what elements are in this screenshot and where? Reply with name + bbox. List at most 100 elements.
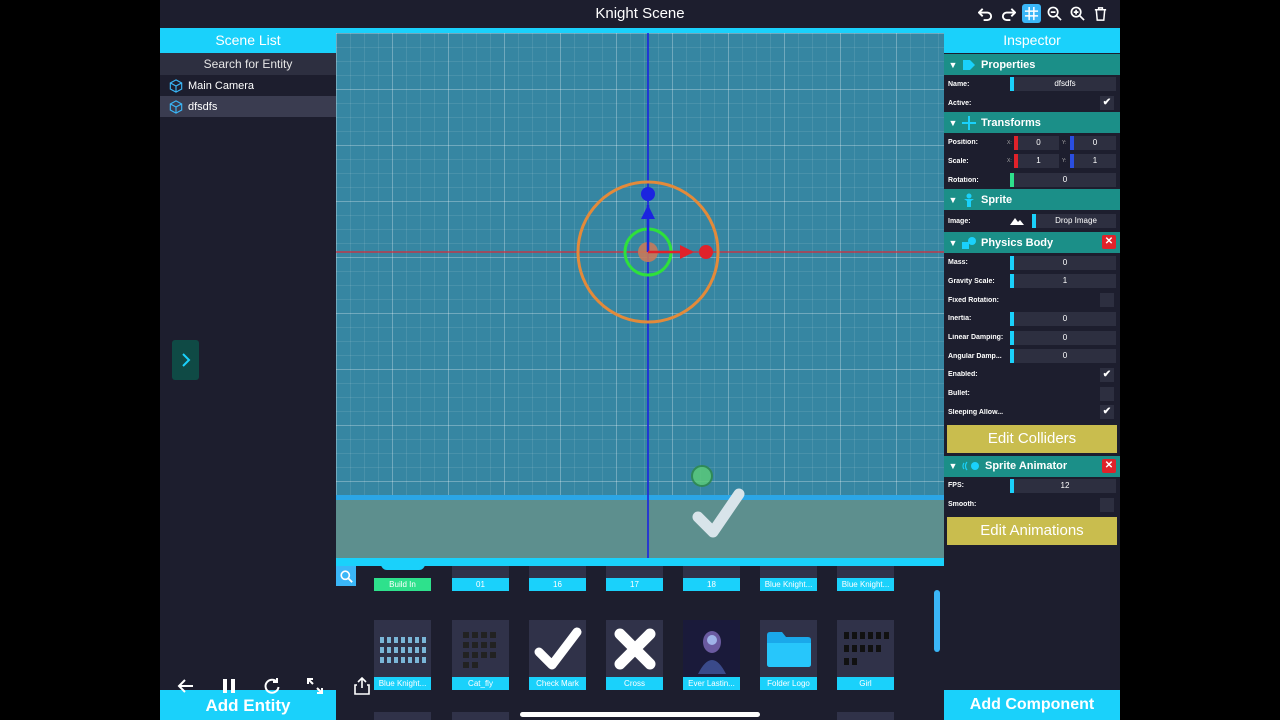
y-axis-handle[interactable]: [641, 187, 655, 201]
back-arrow-icon[interactable]: [176, 676, 196, 696]
active-checkbox[interactable]: ✔: [1100, 96, 1114, 111]
asset-01[interactable]: 01: [452, 566, 509, 591]
person-icon: [962, 193, 978, 207]
asset-cross[interactable]: Cross: [606, 620, 663, 690]
fixed-rotation-row: Fixed Rotation:: [944, 291, 1120, 310]
section-transforms[interactable]: ▼ Transforms: [944, 112, 1120, 134]
drop-image-field[interactable]: Drop Image: [1032, 214, 1116, 229]
remove-sprite-animator-button[interactable]: ✕: [1102, 458, 1116, 473]
asset-16[interactable]: 16: [529, 566, 586, 591]
asset-search-button[interactable]: [336, 566, 356, 586]
asset-blue-knight-sheet[interactable]: Blue Knight...: [374, 620, 431, 690]
bullet-row: Bullet:: [944, 384, 1120, 403]
artwork-thumbnail-icon: [683, 620, 740, 677]
angular-damping-row: Angular Damp... 0: [944, 347, 1120, 366]
search-entity-input[interactable]: Search for Entity: [160, 53, 336, 75]
asset-check-mark[interactable]: Check Mark: [529, 620, 586, 690]
inertia-field[interactable]: 0: [1010, 311, 1116, 326]
sleeping-allowed-row: Sleeping Allow... ✔: [944, 403, 1120, 422]
transform-gizmo[interactable]: [336, 33, 944, 558]
entity-row-main-camera[interactable]: Main Camera: [160, 75, 336, 96]
mass-field[interactable]: 0: [1010, 255, 1116, 270]
section-sprite-animator[interactable]: ▼ Sprite Animator ✕: [944, 455, 1120, 477]
asset-18[interactable]: 18: [683, 566, 740, 591]
collider-point[interactable]: [691, 465, 713, 487]
fullscreen-icon[interactable]: [305, 676, 325, 696]
position-x-field[interactable]: 0: [1014, 135, 1059, 150]
smooth-checkbox[interactable]: [1100, 497, 1114, 512]
trash-icon[interactable]: [1091, 4, 1110, 23]
linear-damping-field[interactable]: 0: [1010, 330, 1116, 345]
sleeping-allowed-checkbox[interactable]: ✔: [1100, 405, 1114, 420]
fixed-rotation-checkbox[interactable]: [1100, 293, 1114, 308]
entity-label: Main Camera: [188, 79, 255, 92]
inspector-header: Inspector: [944, 28, 1120, 53]
enabled-row: Enabled: ✔: [944, 366, 1120, 385]
entity-label: dfsdfs: [188, 100, 218, 113]
girl-sprite-sheet-icon: [837, 620, 894, 677]
add-entity-button[interactable]: Add Entity: [160, 696, 336, 716]
add-component-button[interactable]: Add Component: [944, 690, 1120, 720]
x-axis-handle[interactable]: [699, 245, 713, 259]
asset-label: Ever Lastin...: [683, 677, 740, 690]
chevron-down-icon: ▼: [948, 194, 958, 205]
asset-label: Girl: [837, 677, 894, 690]
restart-icon[interactable]: [262, 676, 282, 696]
scene-viewport[interactable]: [336, 33, 944, 558]
asset-scrollbar[interactable]: [934, 590, 940, 652]
share-icon[interactable]: [352, 676, 372, 696]
asset-cat-fly[interactable]: Cat_fly: [452, 620, 509, 690]
grid-icon[interactable]: [1022, 4, 1041, 23]
asset-girl[interactable]: Girl: [837, 620, 894, 690]
scale-y-field[interactable]: 1: [1070, 154, 1116, 169]
edit-colliders-button[interactable]: Edit Colliders: [947, 424, 1117, 453]
position-y-field[interactable]: 0: [1070, 135, 1116, 150]
undo-icon[interactable]: [976, 4, 995, 23]
fps-field[interactable]: 12: [1010, 478, 1116, 493]
position-row: Position: X: 0 Y: 0: [944, 133, 1120, 152]
chevron-down-icon: ▼: [948, 117, 958, 128]
tag-icon: [962, 58, 978, 72]
checkmark-sprite[interactable]: [692, 488, 745, 538]
redo-icon[interactable]: [999, 4, 1018, 23]
asset-browser: Build In 01 16 17 18 Blue Knight... Blue…: [336, 566, 944, 720]
check-mark-icon: [529, 620, 586, 677]
remove-physics-body-button[interactable]: ✕: [1102, 235, 1116, 250]
property-active-row: Active: ✔: [944, 94, 1120, 113]
angular-damping-field[interactable]: 0: [1010, 349, 1116, 364]
gravity-scale-field[interactable]: 1: [1010, 274, 1116, 289]
enabled-checkbox[interactable]: ✔: [1100, 367, 1114, 382]
expand-panel-button[interactable]: [172, 340, 199, 380]
section-sprite[interactable]: ▼ Sprite: [944, 189, 1120, 211]
scene-list-panel: Scene List Search for Entity Main Camera…: [160, 28, 336, 720]
scene-list-header: Scene List: [160, 28, 336, 53]
asset-ever-lasting[interactable]: Ever Lastin...: [683, 620, 740, 690]
mountain-image-icon: [1010, 215, 1024, 227]
name-field[interactable]: dfsdfs: [1010, 77, 1116, 92]
edit-animations-button[interactable]: Edit Animations: [947, 517, 1117, 545]
playback-controls: [160, 676, 336, 698]
chevron-down-icon: ▼: [948, 237, 958, 248]
scale-x-field[interactable]: 1: [1014, 154, 1059, 169]
fps-row: FPS: 12: [944, 477, 1120, 496]
asset-thumb-clipped: [374, 712, 431, 720]
asset-folder-logo[interactable]: Folder Logo: [760, 620, 817, 690]
asset-17[interactable]: 17: [606, 566, 663, 591]
zoom-out-icon[interactable]: [1045, 4, 1064, 23]
animation-icon: [962, 459, 982, 473]
shapes-icon: [962, 236, 978, 250]
asset-build-in[interactable]: Build In: [374, 566, 431, 591]
pause-icon[interactable]: [219, 676, 239, 696]
asset-blue-knight-b[interactable]: Blue Knight...: [837, 566, 894, 591]
bullet-checkbox[interactable]: [1100, 386, 1114, 401]
cube-icon: [169, 99, 183, 114]
entity-row-dfsdfs[interactable]: dfsdfs: [160, 96, 336, 117]
asset-label: Blue Knight...: [837, 578, 894, 591]
section-properties[interactable]: ▼ Properties: [944, 54, 1120, 75]
section-physics-body[interactable]: ▼ Physics Body ✕: [944, 232, 1120, 254]
folder-icon: [760, 620, 817, 677]
asset-blue-knight-a[interactable]: Blue Knight...: [760, 566, 817, 591]
app-window: Knight Scene Scene List Search for Entit…: [160, 0, 1120, 720]
rotation-field[interactable]: 0: [1010, 173, 1116, 188]
zoom-in-icon[interactable]: [1068, 4, 1087, 23]
